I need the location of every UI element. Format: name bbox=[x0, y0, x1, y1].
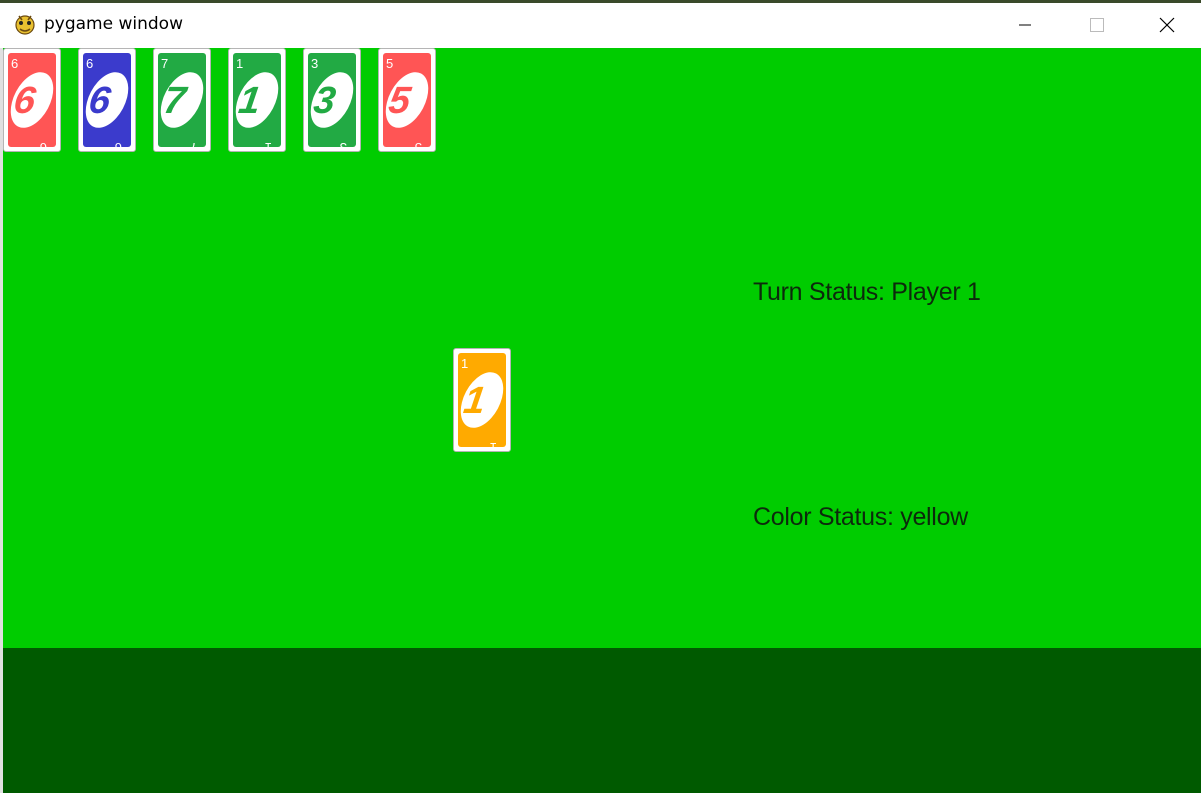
card-corner-value: 1 bbox=[461, 356, 468, 371]
close-icon bbox=[1159, 17, 1175, 33]
minimize-icon bbox=[1019, 24, 1031, 26]
hand-card[interactable]: 666 bbox=[78, 48, 136, 152]
card-corner-value-inverted: 3 bbox=[340, 140, 347, 151]
maximize-icon bbox=[1090, 18, 1104, 32]
window-title: pygame window bbox=[44, 14, 183, 34]
hand-card[interactable]: 555 bbox=[378, 48, 436, 152]
card-corner-value-inverted: 5 bbox=[415, 140, 422, 151]
card-corner-value: 6 bbox=[11, 56, 18, 71]
turn-status: Turn Status: Player 1 bbox=[753, 278, 981, 306]
card-corner-value-inverted: 1 bbox=[265, 140, 272, 151]
minimize-button[interactable] bbox=[990, 2, 1060, 48]
card-corner-value: 6 bbox=[86, 56, 93, 71]
card-corner-value: 5 bbox=[386, 56, 393, 71]
card-corner-value-inverted: 7 bbox=[190, 140, 197, 151]
card-corner-value: 7 bbox=[161, 56, 168, 71]
hand-card[interactable]: 777 bbox=[153, 48, 211, 152]
card-corner-value: 1 bbox=[236, 56, 243, 71]
card-corner-value-inverted: 1 bbox=[490, 440, 497, 451]
hand-card[interactable]: 111 bbox=[228, 48, 286, 152]
color-status: Color Status: yellow bbox=[753, 503, 968, 531]
game-canvas[interactable]: 666666777111333555 111 Turn Status: Play… bbox=[3, 48, 1201, 793]
card-corner-value: 3 bbox=[311, 56, 318, 71]
card-corner-value-inverted: 6 bbox=[115, 140, 122, 151]
title-bar: pygame window bbox=[0, 0, 1201, 48]
discard-card: 111 bbox=[453, 348, 511, 452]
maximize-button[interactable] bbox=[1062, 2, 1132, 48]
bottom-panel bbox=[3, 648, 1201, 793]
hand-card[interactable]: 333 bbox=[303, 48, 361, 152]
card-corner-value-inverted: 6 bbox=[40, 140, 47, 151]
close-button[interactable] bbox=[1132, 2, 1201, 48]
pygame-icon bbox=[15, 15, 35, 35]
hand-card[interactable]: 666 bbox=[3, 48, 61, 152]
